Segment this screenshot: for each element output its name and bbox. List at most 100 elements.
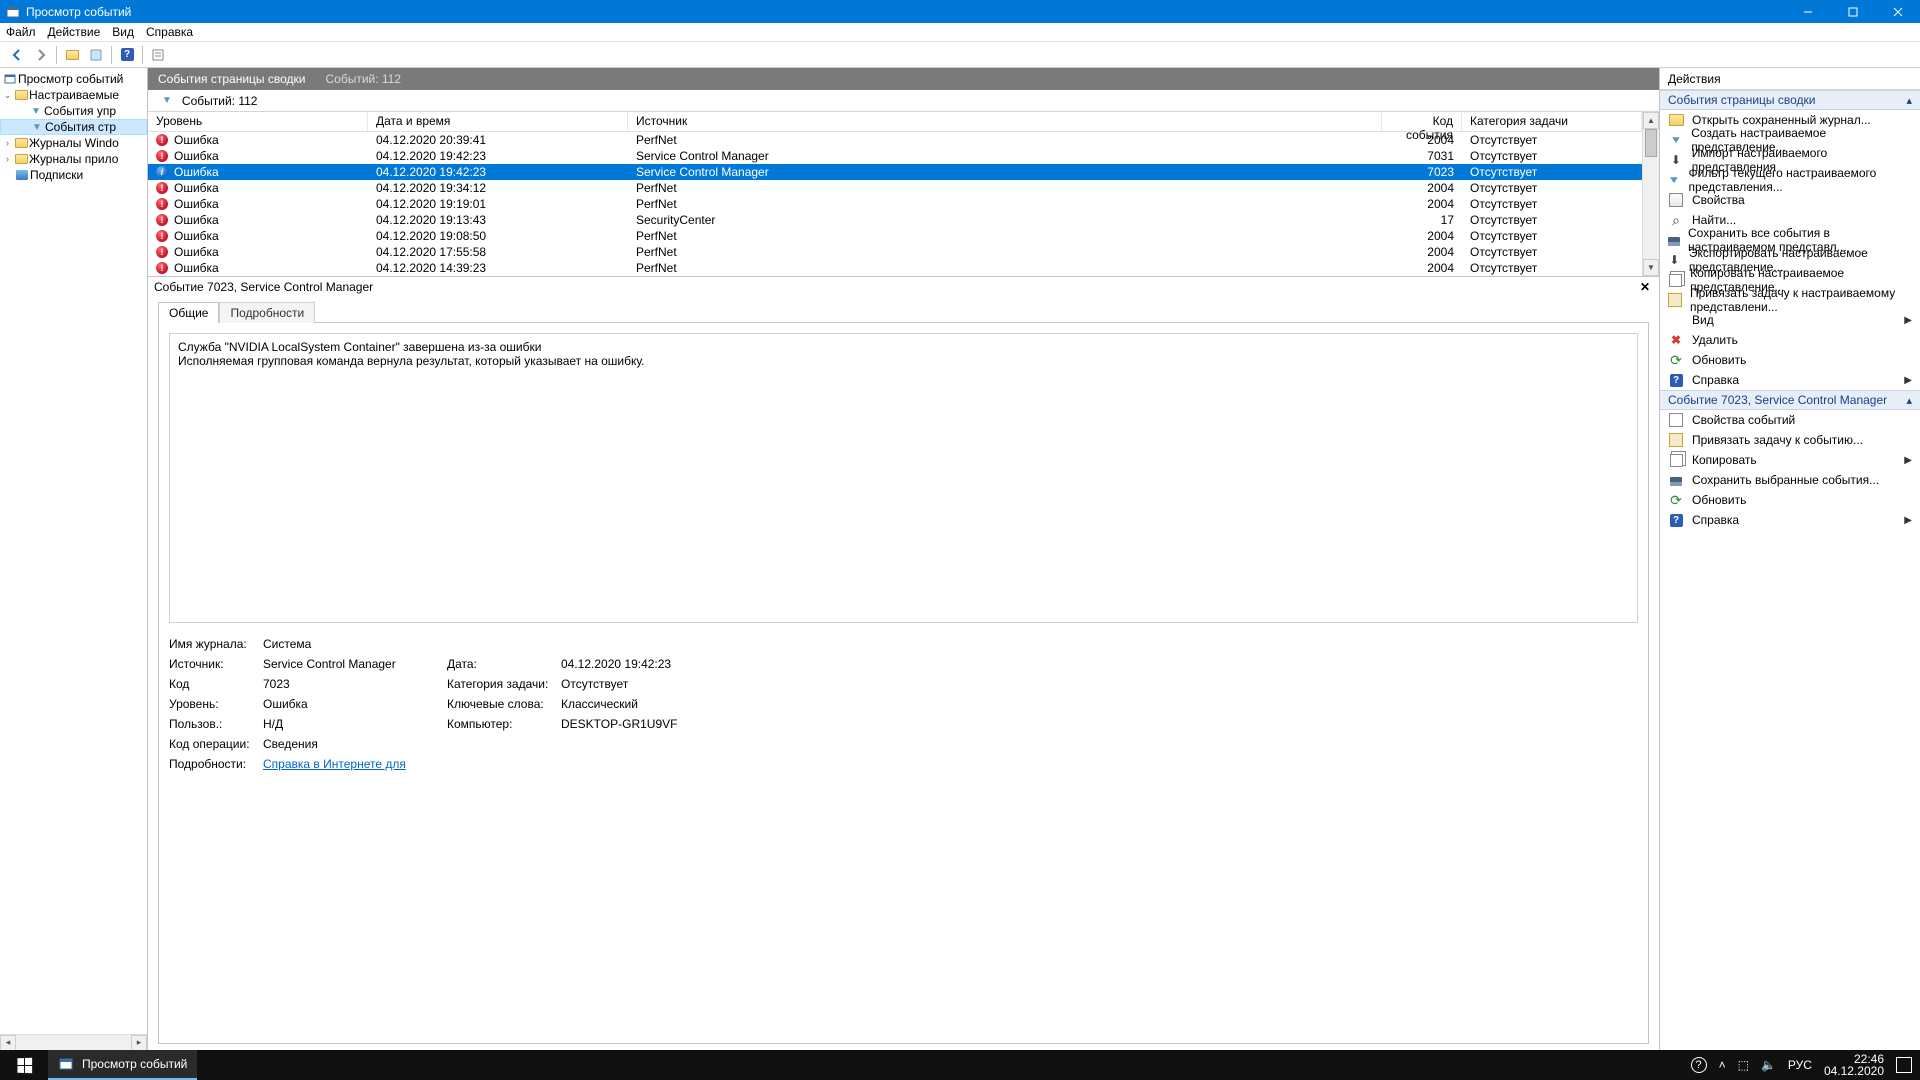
minimize-button[interactable] bbox=[1785, 0, 1830, 23]
action-label: Вид bbox=[1692, 313, 1714, 327]
scroll-up-icon[interactable]: ▲ bbox=[1643, 112, 1659, 129]
actions-group-title: События страницы сводки bbox=[1668, 93, 1815, 107]
action-item[interactable]: Привязать задачу к событию... bbox=[1660, 430, 1920, 450]
tray-help-icon[interactable]: ? bbox=[1691, 1057, 1707, 1073]
action-item[interactable]: Свойства событий bbox=[1660, 410, 1920, 430]
cell-code: 2004 bbox=[1382, 133, 1462, 147]
col-eventcode[interactable]: Код события bbox=[1382, 112, 1462, 131]
tree-summary-page[interactable]: ▼ События стр bbox=[0, 119, 147, 135]
tree-app-logs[interactable]: › Журналы прило bbox=[0, 151, 147, 167]
back-button[interactable] bbox=[6, 44, 28, 66]
prop-label: Источник: bbox=[169, 657, 259, 671]
menu-action[interactable]: Действие bbox=[48, 25, 101, 39]
help-link[interactable]: Справка в Интернете для bbox=[263, 757, 406, 771]
action-item[interactable]: Справка▶ bbox=[1660, 370, 1920, 390]
tray-chevron-icon[interactable]: ˄ bbox=[1719, 1058, 1726, 1072]
table-row[interactable]: Ошибка04.12.2020 19:42:23Service Control… bbox=[148, 164, 1642, 180]
collapse-icon[interactable]: ⌄ bbox=[2, 90, 13, 101]
collapse-icon[interactable]: ▴ bbox=[1906, 94, 1912, 107]
start-button[interactable] bbox=[0, 1050, 48, 1080]
action-label: Фильтр текущего настраиваемого представл… bbox=[1689, 166, 1912, 194]
action-label: Свойства событий bbox=[1692, 413, 1795, 427]
action-item[interactable]: Обновить bbox=[1660, 350, 1920, 370]
col-source[interactable]: Источник bbox=[628, 112, 1382, 131]
scroll-right-icon[interactable]: ▸ bbox=[131, 1035, 147, 1051]
error-icon bbox=[156, 214, 168, 226]
action-item[interactable]: Привязать задачу к настраиваемому предст… bbox=[1660, 290, 1920, 310]
table-row[interactable]: Ошибка04.12.2020 19:08:50PerfNet2004Отсу… bbox=[148, 228, 1642, 244]
level-text: Ошибка bbox=[174, 197, 219, 211]
tray-lang[interactable]: РУС bbox=[1788, 1058, 1812, 1072]
table-v-scrollbar[interactable]: ▲ ▼ bbox=[1642, 112, 1659, 276]
menu-help[interactable]: Справка bbox=[146, 25, 193, 39]
level-text: Ошибка bbox=[174, 181, 219, 195]
collapse-icon[interactable]: ▴ bbox=[1906, 394, 1912, 407]
action-item[interactable]: Фильтр текущего настраиваемого представл… bbox=[1660, 170, 1920, 190]
tray-notifications-icon[interactable] bbox=[1896, 1057, 1912, 1073]
show-tree-button[interactable] bbox=[61, 44, 83, 66]
tab-details[interactable]: Подробности bbox=[219, 302, 315, 323]
expand-icon[interactable]: › bbox=[2, 138, 13, 148]
menu-view[interactable]: Вид bbox=[112, 25, 134, 39]
tree-root[interactable]: Просмотр событий bbox=[0, 71, 147, 87]
cell-code: 2004 bbox=[1382, 245, 1462, 259]
prop-value: Система bbox=[263, 637, 443, 651]
filter-icon: ▼ bbox=[28, 106, 44, 117]
tab-general[interactable]: Общие bbox=[158, 302, 219, 323]
tray-volume-icon[interactable]: 🔈 bbox=[1761, 1058, 1776, 1072]
scroll-down-icon[interactable]: ▼ bbox=[1643, 259, 1659, 276]
tray-clock[interactable]: 22:46 04.12.2020 bbox=[1824, 1053, 1884, 1077]
maximize-button[interactable] bbox=[1830, 0, 1875, 23]
tree-label: Настраиваемые bbox=[29, 88, 119, 102]
taskbar-app[interactable]: Просмотр событий bbox=[48, 1050, 197, 1080]
cell-source: PerfNet bbox=[628, 197, 1382, 211]
taskbar: Просмотр событий ? ˄ ⬚ 🔈 РУС 22:46 04.12… bbox=[0, 1050, 1920, 1080]
table-row[interactable]: Ошибка04.12.2020 14:39:23PerfNet2004Отсу… bbox=[148, 260, 1642, 276]
close-detail-icon[interactable]: ✕ bbox=[1637, 279, 1653, 295]
tree-admin-events[interactable]: ▼ События упр bbox=[0, 103, 147, 119]
level-text: Ошибка bbox=[174, 229, 219, 243]
actions-group-header[interactable]: События страницы сводки ▴ bbox=[1660, 90, 1920, 110]
toolbar-btn-2[interactable] bbox=[85, 44, 107, 66]
actions-group-header[interactable]: Событие 7023, Service Control Manager ▴ bbox=[1660, 390, 1920, 410]
cell-code: 2004 bbox=[1382, 261, 1462, 275]
table-row[interactable]: Ошибка04.12.2020 20:39:41PerfNet2004Отсу… bbox=[148, 132, 1642, 148]
scroll-thumb[interactable] bbox=[1645, 129, 1657, 157]
col-datetime[interactable]: Дата и время bbox=[368, 112, 628, 131]
actions-header: Действия bbox=[1660, 68, 1920, 90]
table-row[interactable]: Ошибка04.12.2020 19:13:43SecurityCenter1… bbox=[148, 212, 1642, 228]
action-item[interactable]: Справка▶ bbox=[1660, 510, 1920, 530]
level-text: Ошибка bbox=[174, 133, 219, 147]
col-level[interactable]: Уровень bbox=[148, 112, 368, 131]
window-titlebar: Просмотр событий bbox=[0, 0, 1920, 23]
scroll-left-icon[interactable]: ◂ bbox=[0, 1035, 16, 1051]
table-row[interactable]: Ошибка04.12.2020 19:42:23Service Control… bbox=[148, 148, 1642, 164]
cell-source: PerfNet bbox=[628, 245, 1382, 259]
cell-datetime: 04.12.2020 19:34:12 bbox=[368, 181, 628, 195]
action-item[interactable]: Удалить bbox=[1660, 330, 1920, 350]
action-label: Открыть сохраненный журнал... bbox=[1692, 113, 1871, 127]
col-category[interactable]: Категория задачи bbox=[1462, 112, 1642, 131]
action-item[interactable]: Сохранить выбранные события... bbox=[1660, 470, 1920, 490]
toolbar-btn-3[interactable] bbox=[147, 44, 169, 66]
action-item[interactable]: Обновить bbox=[1660, 490, 1920, 510]
tree-windows-logs[interactable]: › Журналы Windo bbox=[0, 135, 147, 151]
table-row[interactable]: Ошибка04.12.2020 19:19:01PerfNet2004Отсу… bbox=[148, 196, 1642, 212]
help-toolbar-button[interactable] bbox=[116, 44, 138, 66]
action-item[interactable]: Копировать▶ bbox=[1660, 450, 1920, 470]
error-icon bbox=[156, 262, 168, 274]
action-label: Справка bbox=[1692, 373, 1739, 387]
close-button[interactable] bbox=[1875, 0, 1920, 23]
forward-button[interactable] bbox=[30, 44, 52, 66]
prop-value: Отсутствует bbox=[561, 677, 1638, 691]
table-row[interactable]: Ошибка04.12.2020 19:34:12PerfNet2004Отсу… bbox=[148, 180, 1642, 196]
cell-source: Service Control Manager bbox=[628, 149, 1382, 163]
tree-subscriptions[interactable]: Подписки bbox=[0, 167, 147, 183]
expand-icon[interactable]: › bbox=[2, 154, 13, 164]
tray-network-icon[interactable]: ⬚ bbox=[1738, 1058, 1749, 1072]
prop-value: Service Control Manager bbox=[263, 657, 443, 671]
table-row[interactable]: Ошибка04.12.2020 17:55:58PerfNet2004Отсу… bbox=[148, 244, 1642, 260]
tree-custom-views[interactable]: ⌄ Настраиваемые bbox=[0, 87, 147, 103]
menu-file[interactable]: Файл bbox=[6, 25, 36, 39]
tree-h-scrollbar[interactable]: ◂ ▸ bbox=[0, 1034, 147, 1050]
